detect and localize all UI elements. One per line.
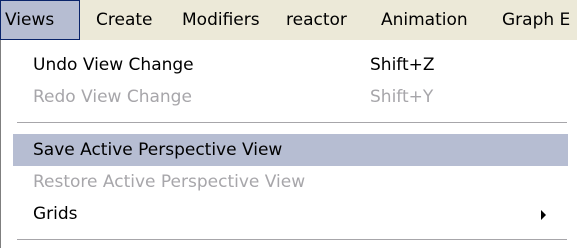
menu-item-label: Restore Active Perspective View bbox=[33, 172, 306, 192]
menu-item-shortcut: Shift+Y bbox=[370, 87, 434, 107]
menu-separator bbox=[17, 122, 567, 123]
menu-item-label: Redo View Change bbox=[33, 87, 192, 107]
menu-item-label: Save Active Perspective View bbox=[33, 140, 283, 160]
submenu-arrow-icon bbox=[541, 210, 546, 220]
menu-modifiers[interactable]: Modifiers bbox=[182, 0, 260, 40]
views-dropdown-menu: Undo View Change Shift+Z Redo View Chang… bbox=[0, 40, 577, 248]
menu-graph-editors[interactable]: Graph E bbox=[502, 0, 570, 40]
menu-item-undo-view-change[interactable]: Undo View Change Shift+Z bbox=[1, 49, 568, 81]
menu-reactor[interactable]: reactor bbox=[286, 0, 347, 40]
menu-separator bbox=[17, 239, 567, 240]
menu-item-restore-active-perspective-view[interactable]: Restore Active Perspective View bbox=[1, 166, 568, 198]
menu-views[interactable]: Views bbox=[0, 0, 80, 40]
menu-item-save-active-perspective-view[interactable]: Save Active Perspective View bbox=[13, 134, 568, 166]
menu-item-redo-view-change[interactable]: Redo View Change Shift+Y bbox=[1, 81, 568, 113]
menu-bar: Views Create Modifiers reactor Animation… bbox=[0, 0, 577, 40]
menu-item-grids[interactable]: Grids bbox=[1, 198, 568, 230]
menu-item-shortcut: Shift+Z bbox=[370, 55, 435, 75]
menu-item-label: Undo View Change bbox=[33, 55, 194, 75]
menu-item-label: Grids bbox=[33, 204, 78, 224]
menu-create[interactable]: Create bbox=[96, 0, 153, 40]
menu-animation[interactable]: Animation bbox=[381, 0, 468, 40]
